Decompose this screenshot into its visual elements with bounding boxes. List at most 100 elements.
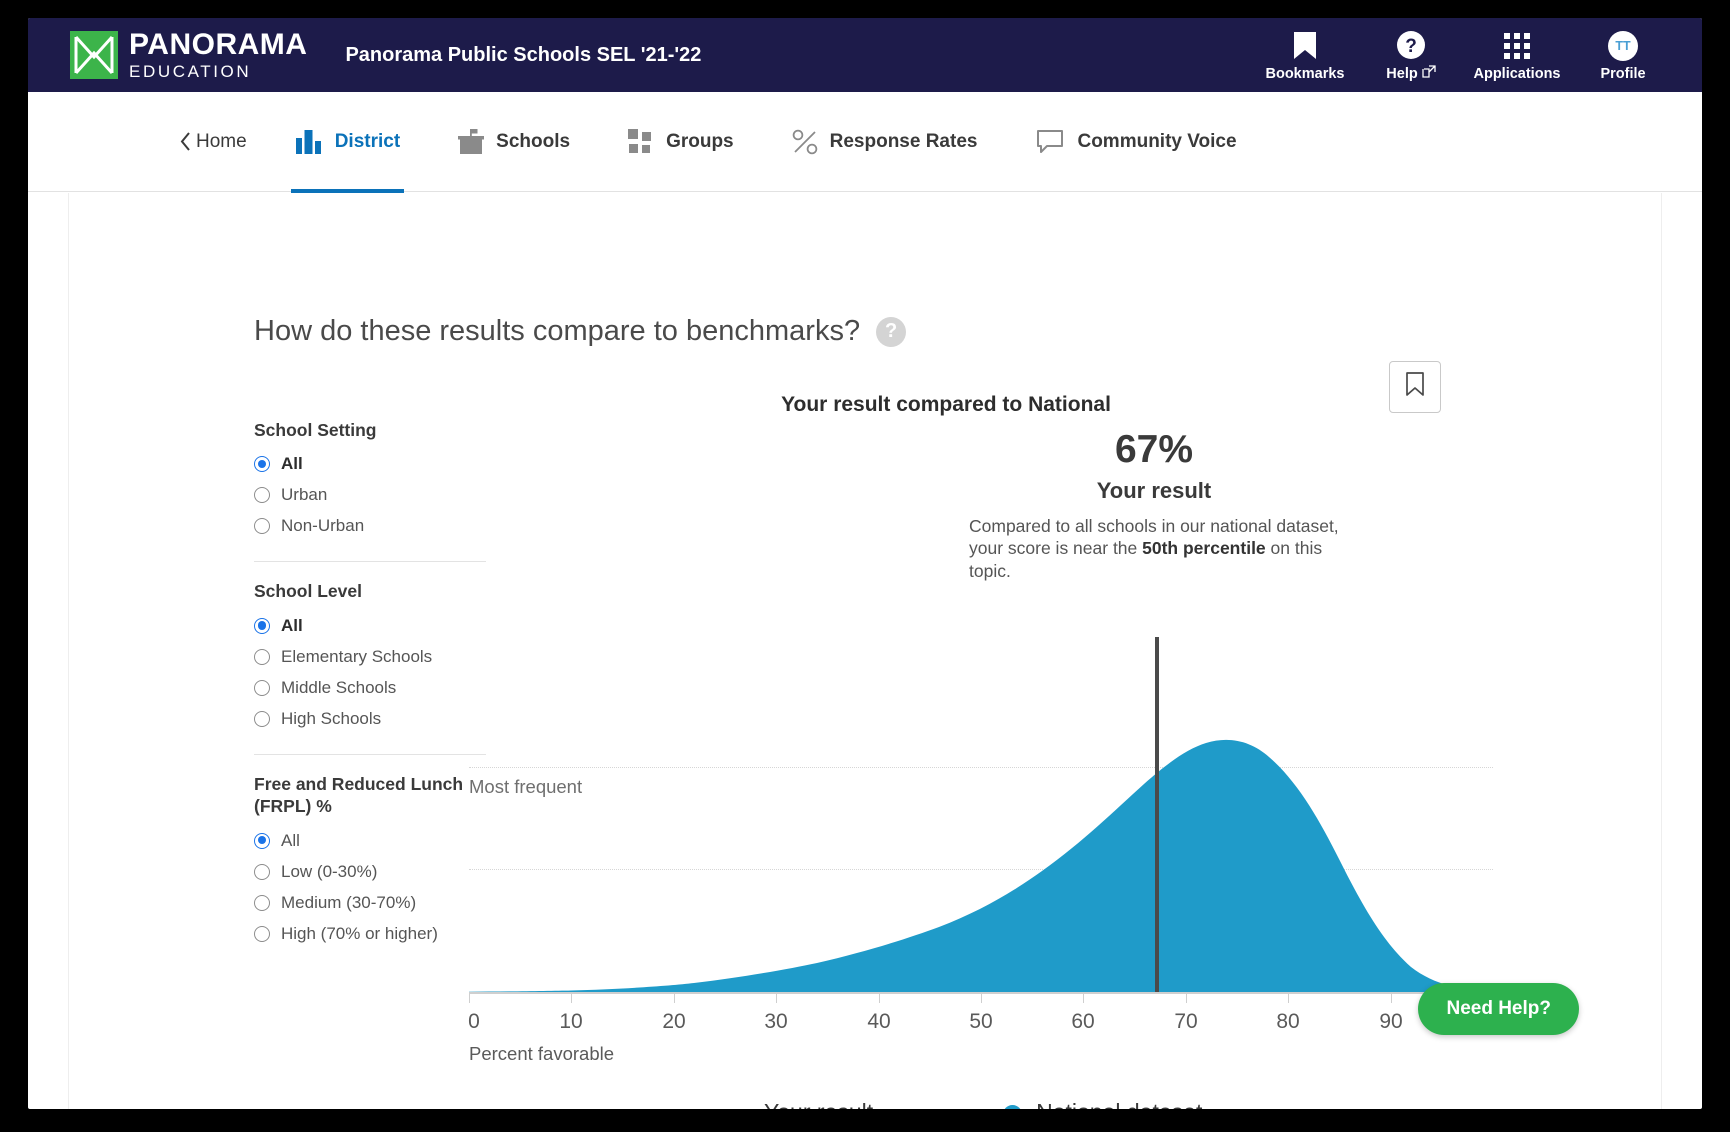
- page-content: How do these results compare to benchmar…: [68, 193, 1662, 1109]
- radio-indicator: [254, 895, 270, 911]
- help-tooltip-icon[interactable]: ?: [876, 317, 906, 347]
- x-tick: [879, 992, 880, 1003]
- x-tick: [469, 992, 470, 1003]
- filter-group-school-level: School Level All Elementary Schools Midd…: [254, 561, 486, 753]
- bookmark-icon: [1292, 29, 1318, 63]
- legend-item-national-dataset: National dataset Distribution of all sch…: [1003, 1099, 1206, 1109]
- radio-frpl-low[interactable]: Low (0-30%): [254, 862, 486, 882]
- tab-groups-label: Groups: [666, 131, 734, 153]
- x-tick: [1186, 992, 1187, 1003]
- app-title: Panorama Public Schools SEL '21-'22: [345, 44, 701, 67]
- nav-profile-label: Profile: [1600, 66, 1645, 82]
- nav-help-label: Help: [1386, 66, 1417, 82]
- x-tick-label: 30: [764, 1010, 787, 1034]
- nav-bookmarks[interactable]: Bookmarks: [1252, 29, 1358, 82]
- filter-group-school-setting: School Setting All Urban Non-Urban: [254, 419, 486, 561]
- nav-home[interactable]: Home: [176, 94, 251, 193]
- radio-indicator: [254, 456, 270, 472]
- radio-indicator: [254, 864, 270, 880]
- radio-frpl-medium[interactable]: Medium (30-70%): [254, 893, 486, 913]
- filter-group-frpl: Free and Reduced Lunch (FRPL) % All Low …: [254, 754, 486, 969]
- nav-applications[interactable]: Applications: [1464, 29, 1570, 82]
- legend-item-your-result: Your result: [724, 1099, 873, 1109]
- panorama-logo-mark-icon: [70, 31, 118, 79]
- x-tick-label: 90: [1379, 1010, 1402, 1034]
- benchmark-distribution-chart: 67% Your result Compared to all schools …: [469, 419, 1529, 1079]
- x-tick-label: 50: [969, 1010, 992, 1034]
- radio-indicator: [254, 833, 270, 849]
- grid-icon: [1504, 29, 1530, 63]
- radio-frpl-high[interactable]: High (70% or higher): [254, 924, 486, 944]
- filter-sidebar: School Setting All Urban Non-Urban Schoo…: [254, 419, 486, 969]
- tab-community-voice[interactable]: Community Voice: [1031, 94, 1240, 193]
- school-building-icon: [458, 128, 484, 156]
- radio-label: All: [281, 454, 303, 474]
- need-help-button[interactable]: Need Help?: [1418, 983, 1579, 1035]
- page-title-text: How do these results compare to benchmar…: [254, 315, 860, 348]
- x-tick-label: 20: [662, 1010, 685, 1034]
- radio-label: Low (0-30%): [281, 862, 377, 882]
- x-tick-label: 70: [1174, 1010, 1197, 1034]
- radio-indicator: [254, 680, 270, 696]
- tab-groups[interactable]: Groups: [624, 94, 738, 193]
- x-tick-label: 10: [559, 1010, 582, 1034]
- filter-title-frpl: Free and Reduced Lunch (FRPL) %: [254, 773, 486, 818]
- radio-school-setting-urban[interactable]: Urban: [254, 485, 486, 505]
- radio-label: Medium (30-70%): [281, 893, 416, 913]
- avatar-initials: TT: [1608, 31, 1638, 61]
- radio-school-setting-all[interactable]: All: [254, 454, 486, 474]
- logo-line-1: PANORAMA: [129, 30, 307, 60]
- question-circle-icon: ?: [1396, 28, 1426, 62]
- page-title: How do these results compare to benchmar…: [254, 315, 906, 348]
- bookmark-chart-button[interactable]: [1389, 361, 1441, 413]
- radio-indicator: [254, 518, 270, 534]
- tab-community-voice-label: Community Voice: [1077, 131, 1236, 153]
- tab-district-label: District: [335, 131, 400, 153]
- top-header-bar: PANORAMA EDUCATION Panorama Public Schoo…: [28, 18, 1702, 92]
- nav-profile[interactable]: TT Profile: [1570, 29, 1676, 82]
- radio-school-setting-non-urban[interactable]: Non-Urban: [254, 516, 486, 536]
- x-tick-label: 40: [867, 1010, 890, 1034]
- radio-school-level-elementary[interactable]: Elementary Schools: [254, 647, 486, 667]
- x-tick-label: 0: [468, 1010, 480, 1034]
- x-tick: [1083, 992, 1084, 1003]
- radio-indicator: [254, 487, 270, 503]
- tab-district[interactable]: District: [291, 94, 404, 193]
- radio-frpl-all[interactable]: All: [254, 831, 486, 851]
- bookmark-outline-icon: [1405, 372, 1425, 402]
- panorama-logo-text: PANORAMA EDUCATION: [129, 30, 307, 80]
- tab-schools[interactable]: Schools: [454, 94, 574, 193]
- radio-school-level-high[interactable]: High Schools: [254, 709, 486, 729]
- nav-home-label: Home: [196, 131, 247, 153]
- x-tick: [674, 992, 675, 1003]
- top-nav: Bookmarks ? Help: [1252, 28, 1702, 83]
- radio-label: All: [281, 616, 303, 636]
- nav-applications-label: Applications: [1473, 66, 1560, 82]
- radio-label: Middle Schools: [281, 678, 396, 698]
- nav-help[interactable]: ? Help: [1358, 28, 1464, 83]
- app-window: PANORAMA EDUCATION Panorama Public Schoo…: [28, 18, 1702, 1109]
- groups-squares-icon: [628, 129, 654, 155]
- national-distribution-curve: [469, 419, 1493, 997]
- x-tick-label: 60: [1071, 1010, 1094, 1034]
- avatar: TT: [1608, 29, 1638, 63]
- legend-label: National dataset: [1036, 1099, 1206, 1109]
- chart-legend: Your result National dataset Distributio…: [724, 1099, 1206, 1109]
- x-tick: [1288, 992, 1289, 1003]
- radio-label: All: [281, 831, 300, 851]
- radio-indicator: [254, 926, 270, 942]
- svg-text:?: ?: [1405, 36, 1417, 57]
- chevron-left-icon: [180, 132, 191, 151]
- tab-response-rates[interactable]: Response Rates: [788, 94, 982, 193]
- tab-schools-label: Schools: [496, 131, 570, 153]
- filter-title-school-level: School Level: [254, 580, 486, 602]
- radio-school-level-all[interactable]: All: [254, 616, 486, 636]
- screen: PANORAMA EDUCATION Panorama Public Schoo…: [0, 0, 1730, 1132]
- panorama-logo[interactable]: PANORAMA EDUCATION: [70, 30, 307, 80]
- radio-school-level-middle[interactable]: Middle Schools: [254, 678, 486, 698]
- legend-dot-swatch-icon: [1003, 1105, 1022, 1109]
- radio-indicator: [254, 711, 270, 727]
- x-axis-caption: Percent favorable: [469, 1043, 614, 1065]
- x-tick: [571, 992, 572, 1003]
- radio-label: Urban: [281, 485, 327, 505]
